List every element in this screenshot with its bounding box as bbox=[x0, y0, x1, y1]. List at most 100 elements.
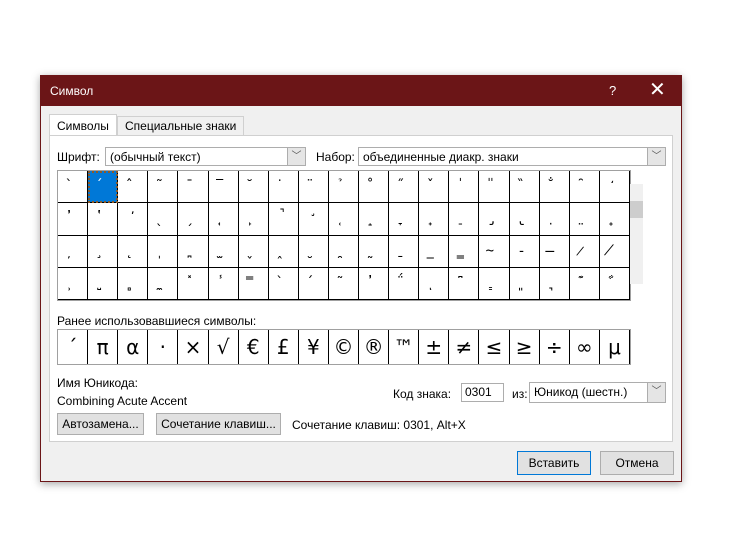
symbol-cell[interactable]: ̷ bbox=[569, 235, 600, 268]
symbol-cell[interactable]: ̃ bbox=[148, 171, 179, 204]
symbol-cell[interactable]: ̈ bbox=[298, 171, 329, 204]
symbol-cell[interactable]: ̿ bbox=[238, 267, 269, 300]
symbol-cell[interactable]: ̎ bbox=[479, 171, 510, 204]
symbol-cell[interactable]: ̐ bbox=[539, 171, 570, 204]
symbol-cell[interactable]: ͈ bbox=[509, 267, 540, 300]
symbol-cell[interactable]: ̤ bbox=[569, 203, 600, 236]
symbol-cell[interactable]: ̟ bbox=[419, 203, 450, 236]
recent-symbol[interactable]: μ bbox=[600, 330, 630, 364]
tab-special-chars[interactable]: Специальные знаки bbox=[117, 116, 245, 136]
symbol-cell[interactable]: ̮ bbox=[298, 235, 329, 268]
recent-symbol[interactable]: · bbox=[148, 330, 179, 364]
recent-symbol[interactable]: £ bbox=[269, 330, 299, 364]
symbol-cell[interactable]: ̵ bbox=[509, 235, 540, 268]
code-input[interactable]: 0301 bbox=[461, 383, 504, 402]
symbol-cell[interactable]: ̔ bbox=[88, 203, 119, 236]
chevron-down-icon[interactable]: ﹀ bbox=[647, 383, 665, 402]
recent-symbol[interactable]: ± bbox=[419, 330, 450, 364]
symbol-cell[interactable]: ̍ bbox=[449, 171, 480, 204]
chevron-down-icon[interactable]: ﹀ bbox=[647, 148, 665, 165]
recent-symbol[interactable]: √ bbox=[209, 330, 239, 364]
symbol-cell[interactable]: ͋ bbox=[599, 267, 630, 300]
symbol-cell[interactable]: ̽ bbox=[178, 267, 209, 300]
symbol-cell[interactable]: ̞ bbox=[389, 203, 420, 236]
recent-symbol[interactable]: © bbox=[329, 330, 360, 364]
symbol-cell[interactable]: ͉ bbox=[539, 267, 570, 300]
symbol-cell[interactable]: ̀ bbox=[58, 171, 89, 204]
symbol-cell[interactable]: ̥ bbox=[599, 203, 630, 236]
symbol-cell[interactable]: ̼ bbox=[148, 267, 179, 300]
symbol-cell[interactable]: ͆ bbox=[449, 267, 480, 300]
recent-symbol[interactable]: € bbox=[239, 330, 269, 364]
shortcut-key-button[interactable]: Сочетание клавиш... bbox=[156, 413, 281, 435]
grid-scrollbar[interactable] bbox=[630, 184, 643, 284]
recent-symbol[interactable]: α bbox=[118, 330, 149, 364]
symbol-cell[interactable]: ̪ bbox=[178, 235, 209, 268]
symbol-cell[interactable]: ̓ bbox=[58, 203, 89, 236]
symbol-cell[interactable]: ̾ bbox=[208, 267, 239, 300]
symbol-cell[interactable]: ̦ bbox=[58, 235, 89, 268]
symbol-cell[interactable]: ̳ bbox=[449, 235, 480, 268]
symbol-cell[interactable]: ̺ bbox=[88, 267, 119, 300]
symbol-cell[interactable]: ̙ bbox=[238, 203, 269, 236]
font-select[interactable]: (обычный текст) ﹀ bbox=[105, 147, 306, 166]
recent-symbol[interactable]: ® bbox=[359, 330, 390, 364]
symbol-cell[interactable]: ́ bbox=[88, 171, 119, 204]
symbol-cell[interactable]: ̆ bbox=[238, 171, 269, 204]
symbol-cell[interactable]: ́ bbox=[298, 267, 329, 300]
recent-symbol[interactable]: ÷ bbox=[540, 330, 570, 364]
symbol-cell[interactable]: ̱ bbox=[389, 235, 420, 268]
symbol-cell[interactable]: ̜ bbox=[328, 203, 360, 236]
symbol-cell[interactable]: ̧ bbox=[88, 235, 119, 268]
symbol-cell[interactable]: ̏ bbox=[509, 171, 540, 204]
symbol-cell[interactable]: ̄ bbox=[178, 171, 209, 204]
close-button[interactable]: ✕ bbox=[649, 79, 666, 101]
scrollbar-thumb[interactable] bbox=[630, 201, 643, 218]
symbol-cell[interactable]: ̓ bbox=[359, 267, 390, 300]
symbol-cell[interactable]: ̘ bbox=[208, 203, 239, 236]
symbol-cell[interactable]: ͇ bbox=[479, 267, 510, 300]
symbol-cell[interactable]: ͂ bbox=[328, 267, 360, 300]
symbol-cell[interactable]: ̒ bbox=[599, 171, 630, 204]
symbol-cell[interactable]: ͅ bbox=[419, 267, 450, 300]
recent-symbol[interactable]: ≥ bbox=[510, 330, 540, 364]
symbol-cell[interactable]: ͊ bbox=[569, 267, 600, 300]
symbol-cell[interactable]: ̊ bbox=[359, 171, 390, 204]
symbol-cell[interactable]: ̕ bbox=[118, 203, 149, 236]
recent-symbol[interactable]: ≠ bbox=[449, 330, 480, 364]
symbol-cell[interactable]: ̠ bbox=[449, 203, 480, 236]
recent-symbol[interactable]: ´ bbox=[58, 330, 89, 364]
symbol-cell[interactable]: ̣ bbox=[539, 203, 570, 236]
help-button[interactable]: ? bbox=[609, 83, 616, 98]
symbol-cell[interactable]: ̴ bbox=[479, 235, 510, 268]
symbol-cell[interactable]: ̝ bbox=[359, 203, 390, 236]
symbol-cell[interactable]: ̗ bbox=[178, 203, 209, 236]
symbol-cell[interactable]: ̚ bbox=[268, 203, 299, 236]
symbol-cell[interactable]: ̫ bbox=[208, 235, 239, 268]
from-select[interactable]: Юникод (шестн.) ﹀ bbox=[529, 382, 666, 403]
symbol-cell[interactable]: ̑ bbox=[569, 171, 600, 204]
subset-select[interactable]: объединенные диакр. знаки ﹀ bbox=[358, 147, 666, 166]
recent-symbol[interactable]: × bbox=[178, 330, 209, 364]
symbol-cell[interactable]: ̰ bbox=[359, 235, 390, 268]
autocorrect-button[interactable]: Автозамена... bbox=[57, 413, 144, 435]
cancel-button[interactable]: Отмена bbox=[600, 451, 674, 475]
symbol-cell[interactable]: ̖ bbox=[148, 203, 179, 236]
symbol-cell[interactable]: ̅ bbox=[208, 171, 239, 204]
symbol-cell[interactable]: ̬ bbox=[238, 235, 269, 268]
symbol-cell[interactable]: ̭ bbox=[268, 235, 299, 268]
symbol-cell[interactable]: ̡ bbox=[479, 203, 510, 236]
tab-symbols[interactable]: Символы bbox=[49, 114, 117, 137]
symbol-cell[interactable]: ̲ bbox=[419, 235, 450, 268]
recent-symbol[interactable]: ≤ bbox=[479, 330, 510, 364]
symbol-cell[interactable]: ̶ bbox=[539, 235, 570, 268]
recent-symbol[interactable]: π bbox=[88, 330, 119, 364]
insert-button[interactable]: Вставить bbox=[517, 451, 591, 475]
symbol-cell[interactable]: ̹ bbox=[58, 267, 89, 300]
symbol-cell[interactable]: ̋ bbox=[389, 171, 420, 204]
symbol-cell[interactable]: ̢ bbox=[509, 203, 540, 236]
chevron-down-icon[interactable]: ﹀ bbox=[287, 148, 305, 165]
symbol-cell[interactable]: ̩ bbox=[148, 235, 179, 268]
symbol-cell[interactable]: ̻ bbox=[118, 267, 149, 300]
symbol-cell[interactable]: ̂ bbox=[118, 171, 149, 204]
